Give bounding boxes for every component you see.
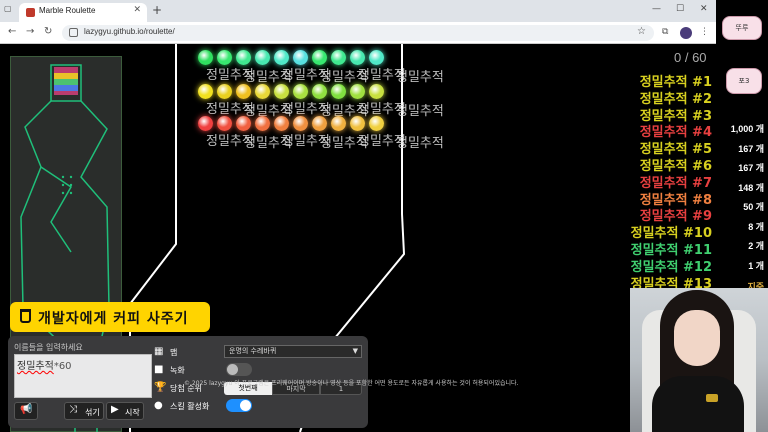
marble: [369, 116, 384, 131]
profile-avatar[interactable]: [680, 27, 692, 39]
marble: [236, 116, 251, 131]
back-button[interactable]: ←: [8, 26, 16, 37]
count-entry: 148 개: [738, 182, 764, 193]
count-entry: 167 개: [738, 143, 764, 154]
sticker-mid: 포3: [726, 68, 762, 94]
start-button[interactable]: ▶ 시작: [106, 402, 144, 420]
tab-search-icon[interactable]: ▢: [4, 4, 15, 15]
marble-counter: 0 / 60: [674, 50, 707, 65]
marble: [198, 116, 213, 131]
map-icon: ▦: [154, 346, 164, 357]
marble: [274, 50, 289, 65]
map-label: 맵: [170, 348, 178, 357]
marble: [312, 84, 327, 99]
count-entry: 50 개: [743, 202, 764, 212]
webcam-feed: [630, 288, 768, 432]
count-entry: 8 개: [748, 221, 764, 232]
marble: [255, 84, 270, 99]
marble-name-tag: 정밀추적: [396, 70, 444, 85]
marble: [198, 50, 213, 65]
count-entry: 167 개: [738, 163, 764, 173]
close-window-button[interactable]: ✕: [700, 4, 708, 14]
marble: [331, 116, 346, 131]
bomb-icon: ●: [154, 400, 163, 411]
shuffle-button[interactable]: ⤨ 섞기: [64, 402, 104, 420]
footer-copyright: © 2025 lazygyu 이 프로그램은 프리웨어이며 방송이나 영상 등을…: [184, 380, 519, 387]
marble: [217, 50, 232, 65]
marble: [274, 84, 289, 99]
marble-name-tag: 정밀추적: [396, 136, 444, 151]
tab-close-icon[interactable]: ✕: [133, 5, 141, 15]
record-toggle[interactable]: [226, 363, 252, 376]
marble: [350, 50, 365, 65]
marble: [217, 84, 232, 99]
map-select-value: 운명의 수레바퀴: [229, 347, 277, 355]
game-stage[interactable]: 정밀추적 정밀추적 정밀추적 정밀추적 정밀추적 정밀추적 정밀추적 정밀추적 정밀추적 정밀추적…: [0, 44, 716, 432]
browser-toolbar: ← → ↻ lazygyu.github.io/roulette/ ☆ ⧉ ⋮: [0, 22, 716, 44]
names-input-label: 이름들을 입력하세요: [14, 343, 83, 352]
skill-label: 스킬 활성화: [170, 402, 210, 411]
marble: [236, 84, 251, 99]
tab-bar: ▢ Marble Roulette ✕ + — ☐ ✕: [0, 0, 716, 22]
buy-coffee-label: 개발자에게 커피 사주기: [38, 311, 189, 327]
count-entry: 1,000 개: [730, 124, 764, 134]
browser-window: ▢ Marble Roulette ✕ + — ☐ ✕ ← → ↻ lazygy…: [0, 0, 716, 432]
favicon-icon: [26, 8, 35, 17]
marble: [255, 116, 270, 131]
buy-coffee-button[interactable]: 개발자에게 커피 사주기: [10, 302, 210, 332]
maximize-button[interactable]: ☐: [676, 4, 684, 14]
marble: [293, 116, 308, 131]
marble: [369, 50, 384, 65]
skill-toggle[interactable]: [226, 399, 252, 412]
video-camera-icon: ■: [154, 364, 164, 375]
marble: [274, 116, 289, 131]
marble: [255, 50, 270, 65]
megaphone-button[interactable]: 📢: [14, 402, 38, 420]
shuffle-icon: ⤨: [69, 404, 77, 415]
marble: [331, 50, 346, 65]
map-select[interactable]: 운명의 수레바퀴 ▼: [224, 345, 362, 358]
names-textarea[interactable]: 정밀추적*60: [14, 354, 152, 398]
names-value: 정밀추적: [17, 361, 54, 372]
names-count-suffix: *60: [53, 361, 72, 372]
chevron-down-icon: ▼: [352, 347, 358, 355]
marble: [312, 116, 327, 131]
tab-marble-roulette[interactable]: Marble Roulette ✕: [19, 3, 147, 22]
marble: [236, 50, 251, 65]
extensions-icon[interactable]: ⧉: [662, 27, 668, 37]
marble: [198, 84, 213, 99]
shuffle-label: 섞기: [85, 408, 100, 417]
trophy-icon: 🏆: [154, 382, 167, 393]
site-info-icon[interactable]: [69, 28, 78, 37]
marble: [217, 116, 232, 131]
record-label: 녹화: [170, 366, 185, 375]
address-bar[interactable]: lazygyu.github.io/roulette/ ☆: [62, 25, 654, 41]
sticker-top: 뚜루: [722, 16, 762, 40]
start-label: 시작: [125, 408, 140, 417]
marble: [369, 84, 384, 99]
coffee-cup-icon: [20, 309, 31, 323]
marble: [293, 50, 308, 65]
marble: [331, 84, 346, 99]
new-tab-button[interactable]: +: [152, 3, 162, 17]
tab-title: Marble Roulette: [39, 6, 96, 15]
marble-name-tag: 정밀추적: [396, 104, 444, 119]
marble: [350, 84, 365, 99]
reload-button[interactable]: ↻: [44, 26, 52, 37]
megaphone-icon: 📢: [20, 404, 33, 415]
bookmark-star-icon[interactable]: ☆: [637, 26, 646, 37]
marble: [293, 84, 308, 99]
menu-icon[interactable]: ⋮: [700, 27, 709, 37]
minimize-button[interactable]: —: [652, 4, 661, 14]
marble: [312, 50, 327, 65]
play-icon: ▶: [111, 404, 119, 415]
count-entry: 1 개: [748, 260, 764, 271]
forward-button[interactable]: →: [26, 26, 34, 37]
marble: [350, 116, 365, 131]
url-text[interactable]: lazygyu.github.io/roulette/: [84, 27, 175, 36]
count-entry: 2 개: [748, 241, 764, 251]
